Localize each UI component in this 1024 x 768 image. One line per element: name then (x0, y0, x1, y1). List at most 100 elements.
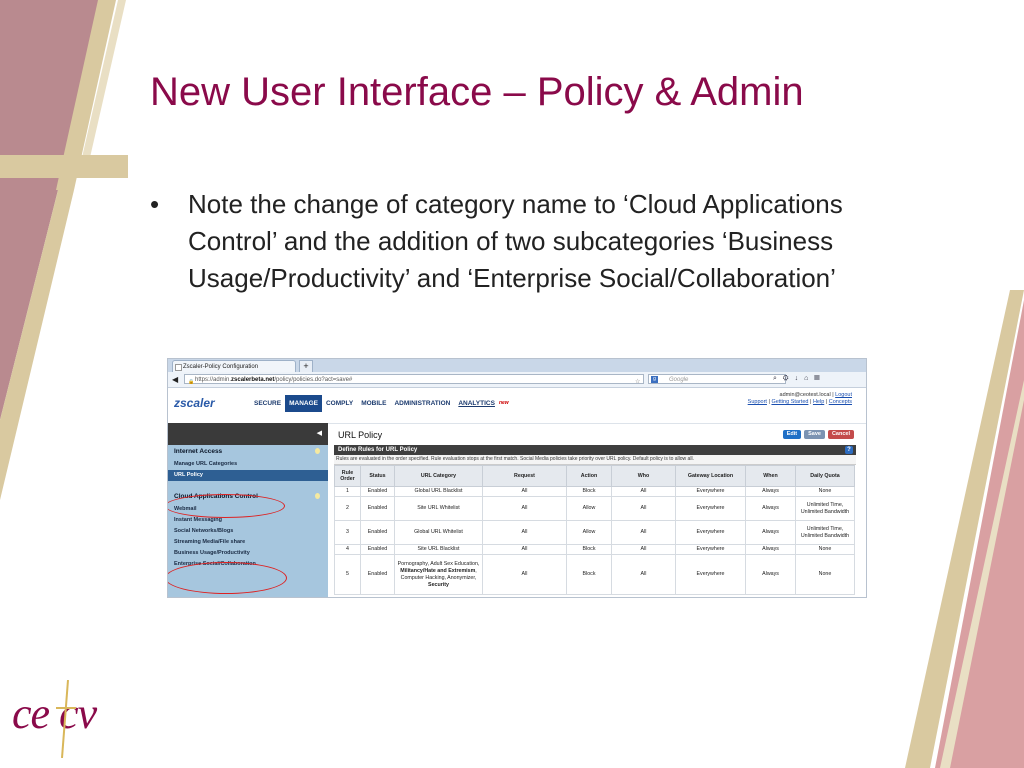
search-input[interactable]: g Google (648, 374, 786, 384)
cell-status: Enabled (360, 544, 395, 555)
cell-request: All (482, 520, 567, 545)
sidebar-item-social-networks[interactable]: Social Networks/Blogs (168, 526, 328, 537)
logout-link[interactable]: Logout (835, 392, 852, 398)
cell-order: 2 (334, 496, 361, 521)
cell-gateway: Everywhere (675, 486, 746, 497)
edit-button[interactable]: Edit (782, 430, 802, 439)
cell-when: Always (745, 554, 796, 595)
cell-order: 1 (334, 486, 361, 497)
cancel-button[interactable]: Cancel (827, 430, 854, 439)
col-daily-quota[interactable]: Daily Quota (795, 465, 855, 487)
nav-administration[interactable]: ADMINISTRATION (390, 399, 454, 412)
table-row[interactable]: 5 Enabled Pornography, Adult Sex Educati… (334, 554, 855, 595)
cell-when: Always (745, 496, 796, 521)
rules-table: Rule Order Status URL Category Request A… (334, 465, 855, 595)
page-icon (175, 364, 182, 371)
nav-secure[interactable]: SECURE (250, 399, 285, 412)
define-rules-title: Define Rules for URL Policy? (334, 445, 856, 455)
google-icon: g (651, 376, 658, 383)
user-links: admin@ceotest.local | Logout Support | G… (747, 392, 852, 405)
main-nav: SECURE MANAGE COMPLY MOBILE ADMINISTRATI… (250, 395, 509, 412)
getting-started-link[interactable]: Getting Started (771, 399, 808, 405)
sidebar-section-internet-access[interactable]: Internet Access (168, 445, 328, 459)
cell-who: All (611, 544, 676, 555)
cell-quota: Unlimited Time, Unlimited Bandwidth (795, 520, 855, 545)
highlight-circle (168, 562, 287, 594)
browser-tab[interactable]: Zscaler-Policy Configuration (172, 360, 296, 372)
nav-manage[interactable]: MANAGE (285, 395, 322, 412)
section-title: Internet Access (174, 448, 223, 455)
col-request[interactable]: Request (482, 465, 567, 487)
cell-action: Allow (566, 520, 612, 545)
lock-icon: 🔒 (188, 379, 195, 385)
page-title: URL Policy (338, 430, 383, 440)
slide-title: New User Interface – Policy & Admin (150, 70, 804, 114)
cell-order: 3 (334, 520, 361, 545)
table-row[interactable]: 4 Enabled Site URL Blacklist All Block A… (334, 544, 855, 555)
collapse-arrow-icon[interactable]: ◀ (317, 429, 322, 437)
col-action[interactable]: Action (566, 465, 612, 487)
cell-quota: None (795, 554, 855, 595)
table-row[interactable]: 3 Enabled Global URL Whitelist All Allow… (334, 520, 855, 545)
zscaler-logo: zscaler (174, 396, 215, 410)
cell-category: Site URL Whitelist (394, 496, 483, 521)
define-rules-label: Define Rules for URL Policy (338, 447, 418, 453)
help-link[interactable]: Help (813, 399, 824, 405)
cell-status: Enabled (360, 496, 395, 521)
sidebar-item-business-usage[interactable]: Business Usage/Productivity (168, 548, 328, 559)
cell-status: Enabled (360, 554, 395, 595)
main-header: URL Policy Edit Save Cancel (334, 423, 856, 445)
cell-who: All (611, 486, 676, 497)
cell-who: All (611, 554, 676, 595)
sidebar-header: ◀ (168, 423, 328, 445)
table-row[interactable]: 1 Enabled Global URL Blacklist All Block… (334, 486, 855, 497)
cecv-logo: ce cv (12, 689, 97, 738)
cell-when: Always (745, 486, 796, 497)
cell-action: Block (566, 486, 612, 497)
cell-request: All (482, 496, 567, 521)
zscaler-screenshot: Zscaler-Policy Configuration + ◀ 🔒 https… (167, 358, 867, 598)
cell-request: All (482, 486, 567, 497)
cell-action: Allow (566, 496, 612, 521)
col-rule-order[interactable]: Rule Order (334, 465, 361, 487)
new-badge: new (498, 400, 509, 406)
nav-analytics[interactable]: ANALYTICS (454, 399, 499, 412)
cell-when: Always (745, 544, 796, 555)
concepts-link[interactable]: Concepts (829, 399, 852, 405)
sidebar-item-streaming-media[interactable]: Streaming Media/File share (168, 537, 328, 548)
url-host: zscalerbeta.net (231, 377, 275, 383)
back-arrow-icon[interactable]: ◀ (172, 375, 178, 384)
nav-mobile[interactable]: MOBILE (357, 399, 390, 412)
cell-who: All (611, 520, 676, 545)
app-header: zscaler SECURE MANAGE COMPLY MOBILE ADMI… (168, 388, 866, 424)
save-button[interactable]: Save (804, 430, 825, 439)
cell-request: All (482, 544, 567, 555)
support-link[interactable]: Support (748, 399, 767, 405)
cell-gateway: Everywhere (675, 496, 746, 521)
nav-comply[interactable]: COMPLY (322, 399, 357, 412)
bullet-text: Note the change of category name to ‘Clo… (188, 189, 843, 293)
url-prefix: https://admin. (195, 377, 232, 383)
bullet-point: • Note the change of category name to ‘C… (150, 186, 870, 297)
sidebar-item-url-policy[interactable]: URL Policy (168, 470, 328, 481)
highlight-circle (168, 494, 285, 518)
col-url-category[interactable]: URL Category (394, 465, 483, 487)
cell-when: Always (745, 520, 796, 545)
browser-tabbar: Zscaler-Policy Configuration + (168, 359, 866, 373)
cell-gateway: Everywhere (675, 554, 746, 595)
col-when[interactable]: When (745, 465, 796, 487)
col-gateway-location[interactable]: Gateway Location (675, 465, 746, 487)
col-status[interactable]: Status (360, 465, 395, 487)
address-bar[interactable]: 🔒 https://admin.zscalerbeta.net/policy/p… (184, 374, 644, 405)
search-placeholder: Google (669, 377, 689, 383)
help-icon[interactable]: ? (845, 446, 853, 454)
cross-icon (56, 680, 76, 758)
table-row[interactable]: 2 Enabled Site URL Whitelist All Allow A… (334, 496, 855, 521)
cell-action: Block (566, 554, 612, 595)
col-who[interactable]: Who (611, 465, 676, 487)
url-path: /policy/policies.do?act=save# (274, 377, 353, 383)
category-text-bold: Militancy/Hate and Extremism (400, 567, 476, 574)
toolbar-icons[interactable]: ⌕⚙↓⌂▤ (773, 375, 826, 383)
sidebar-item-manage-url-categories[interactable]: Manage URL Categories (168, 459, 328, 470)
cell-quota: None (795, 486, 855, 497)
